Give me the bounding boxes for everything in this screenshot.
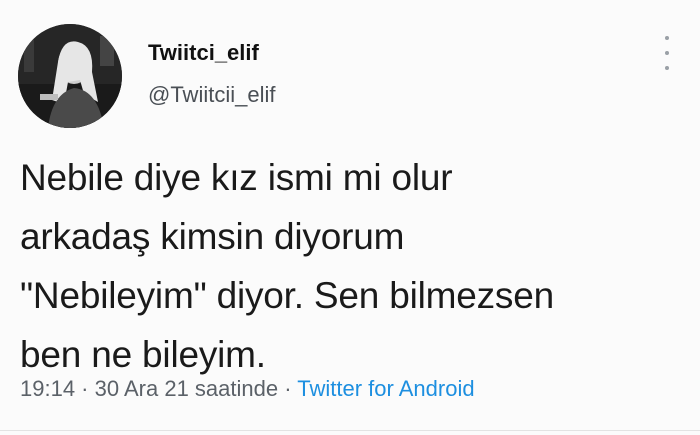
more-options-button[interactable]	[660, 36, 674, 70]
tweet-meta: 19:14 · 30 Ara 21 saatinde · Twitter for…	[20, 376, 475, 402]
avatar-photo-icon	[18, 24, 122, 128]
user-handle[interactable]: @Twiitcii_elif	[148, 82, 275, 108]
meta-separator: ·	[75, 376, 95, 401]
avatar[interactable]	[18, 24, 122, 128]
more-vertical-icon-dot	[665, 51, 669, 55]
tweet-text-line: "Nebileyim" diyor. Sen bilmezsen	[20, 275, 554, 316]
display-name[interactable]: Twiitci_elif	[148, 40, 259, 66]
meta-separator: ·	[278, 376, 298, 401]
tweet-card: Twiitci_elif @Twiitcii_elif Nebile diye …	[0, 0, 700, 435]
tweet-time[interactable]: 19:14	[20, 376, 75, 401]
tweet-date[interactable]: 30 Ara 21 saatinde	[95, 376, 278, 401]
divider	[0, 430, 700, 431]
tweet-source-link[interactable]: Twitter for Android	[297, 376, 474, 401]
more-vertical-icon-dot	[665, 36, 669, 40]
tweet-text: Nebile diye kız ismi mi olur arkadaş kim…	[20, 148, 680, 384]
tweet-text-line: Nebile diye kız ismi mi olur	[20, 157, 453, 198]
more-vertical-icon-dot	[665, 66, 669, 70]
tweet-text-line: arkadaş kimsin diyorum	[20, 216, 405, 257]
